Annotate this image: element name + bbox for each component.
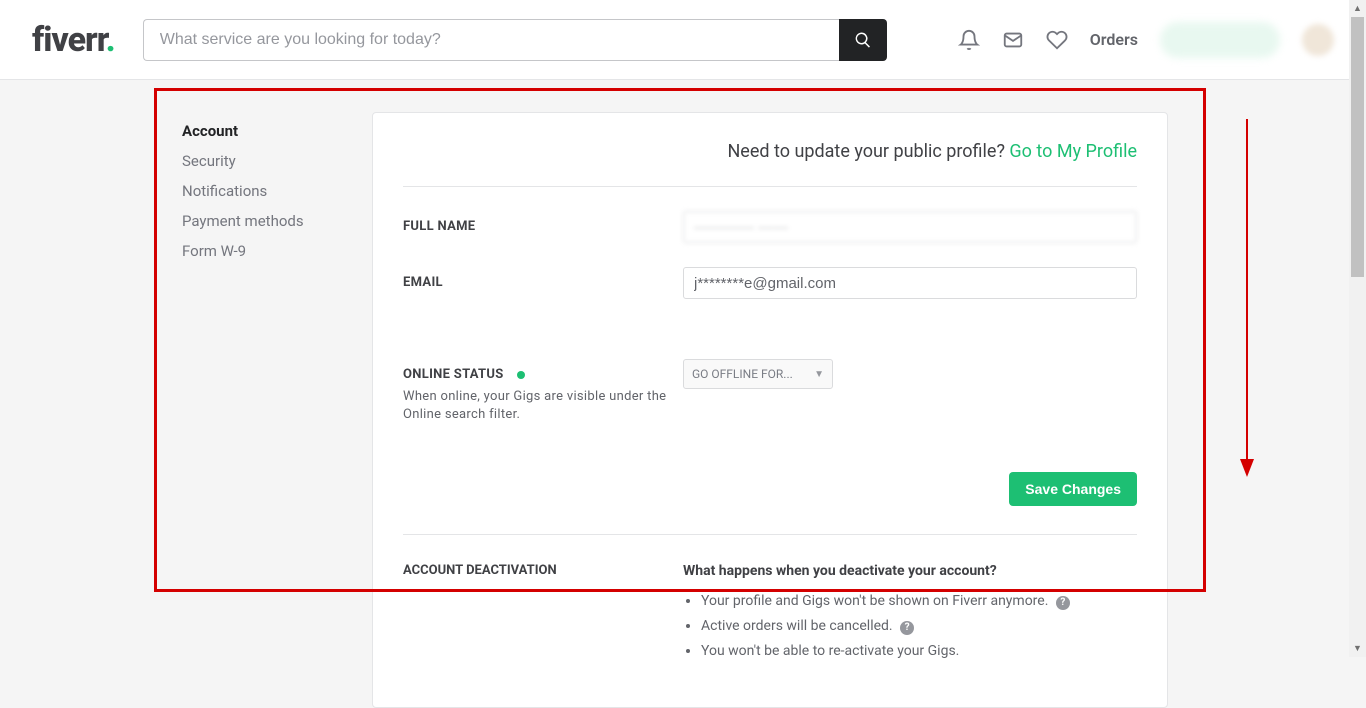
search-wrap xyxy=(143,19,887,61)
go-to-profile-link[interactable]: Go to My Profile xyxy=(1009,141,1137,162)
deactivation-list: Your profile and Gigs won't be shown on … xyxy=(683,593,1137,659)
email-field-wrap xyxy=(683,267,1137,299)
deact-item-text: Active orders will be cancelled. xyxy=(701,618,893,634)
heart-icon xyxy=(1046,29,1068,51)
row-email: EMAIL xyxy=(403,267,1137,299)
online-status-label-wrap: ONLINE STATUS When online, your Gigs are… xyxy=(403,359,683,424)
page: Account Security Notifications Payment m… xyxy=(0,80,1366,708)
profile-prompt: Need to update your public profile? Go t… xyxy=(403,141,1137,187)
online-status-help: When online, your Gigs are visible under… xyxy=(403,388,683,424)
scrollbar-up-icon[interactable]: ▲ xyxy=(1349,0,1366,17)
email-input[interactable] xyxy=(683,267,1137,299)
row-full-name: FULL NAME xyxy=(403,211,1137,243)
sidebar-item-payment-methods[interactable]: Payment methods xyxy=(182,206,372,236)
online-status-label: ONLINE STATUS xyxy=(403,367,504,382)
logo[interactable]: fiverr. xyxy=(32,20,115,60)
sidebar-item-notifications[interactable]: Notifications xyxy=(182,176,372,206)
search-button[interactable] xyxy=(839,19,887,61)
search-icon xyxy=(854,31,872,49)
row-online-status: ONLINE STATUS When online, your Gigs are… xyxy=(403,359,1137,424)
notifications-button[interactable] xyxy=(958,29,980,51)
switch-mode-pill[interactable] xyxy=(1160,22,1280,58)
avatar[interactable] xyxy=(1302,24,1334,56)
main-card: Need to update your public profile? Go t… xyxy=(372,112,1168,708)
sidebar-item-form-w9[interactable]: Form W-9 xyxy=(182,236,372,266)
online-status-select[interactable]: GO OFFLINE FOR... ▼ xyxy=(683,359,833,389)
sidebar: Account Security Notifications Payment m… xyxy=(0,88,372,708)
help-icon[interactable]: ? xyxy=(1056,596,1070,610)
scrollbar-down-icon[interactable]: ▼ xyxy=(1349,640,1366,657)
sidebar-item-security[interactable]: Security xyxy=(182,146,372,176)
topbar: fiverr. Orders xyxy=(0,0,1366,80)
logo-dot: . xyxy=(106,20,115,60)
online-dot-icon xyxy=(517,371,525,379)
scrollbar-thumb[interactable] xyxy=(1351,17,1364,277)
scrollbar[interactable]: ▲ ▼ xyxy=(1349,0,1366,657)
deactivation-content: What happens when you deactivate your ac… xyxy=(683,563,1137,667)
deact-item-text: Your profile and Gigs won't be shown on … xyxy=(701,593,1048,609)
sidebar-item-account[interactable]: Account xyxy=(182,116,372,146)
save-changes-button[interactable]: Save Changes xyxy=(1009,472,1137,506)
deactivation-question: What happens when you deactivate your ac… xyxy=(683,563,1137,579)
bell-icon xyxy=(958,29,980,51)
favorites-button[interactable] xyxy=(1046,29,1068,51)
full-name-input[interactable] xyxy=(683,211,1137,243)
help-icon[interactable]: ? xyxy=(900,621,914,635)
top-right: Orders xyxy=(958,22,1334,58)
search-input[interactable] xyxy=(143,19,839,61)
online-status-field-wrap: GO OFFLINE FOR... ▼ xyxy=(683,359,1137,389)
messages-button[interactable] xyxy=(1002,29,1024,51)
deactivation-label: ACCOUNT DEACTIVATION xyxy=(403,563,683,667)
full-name-label: FULL NAME xyxy=(403,211,683,234)
chevron-down-icon: ▼ xyxy=(814,369,824,380)
deactivation-section: ACCOUNT DEACTIVATION What happens when y… xyxy=(403,563,1137,667)
orders-link[interactable]: Orders xyxy=(1090,30,1138,49)
online-status-select-value: GO OFFLINE FOR... xyxy=(692,367,793,381)
save-row: Save Changes xyxy=(403,472,1137,535)
deactivation-item: Your profile and Gigs won't be shown on … xyxy=(701,593,1137,610)
full-name-field-wrap xyxy=(683,211,1137,243)
envelope-icon xyxy=(1002,29,1024,51)
deactivation-item: Active orders will be cancelled. ? xyxy=(701,618,1137,635)
email-label: EMAIL xyxy=(403,267,683,290)
logo-text: fiverr xyxy=(32,20,106,60)
profile-prompt-text: Need to update your public profile? xyxy=(727,141,1009,162)
